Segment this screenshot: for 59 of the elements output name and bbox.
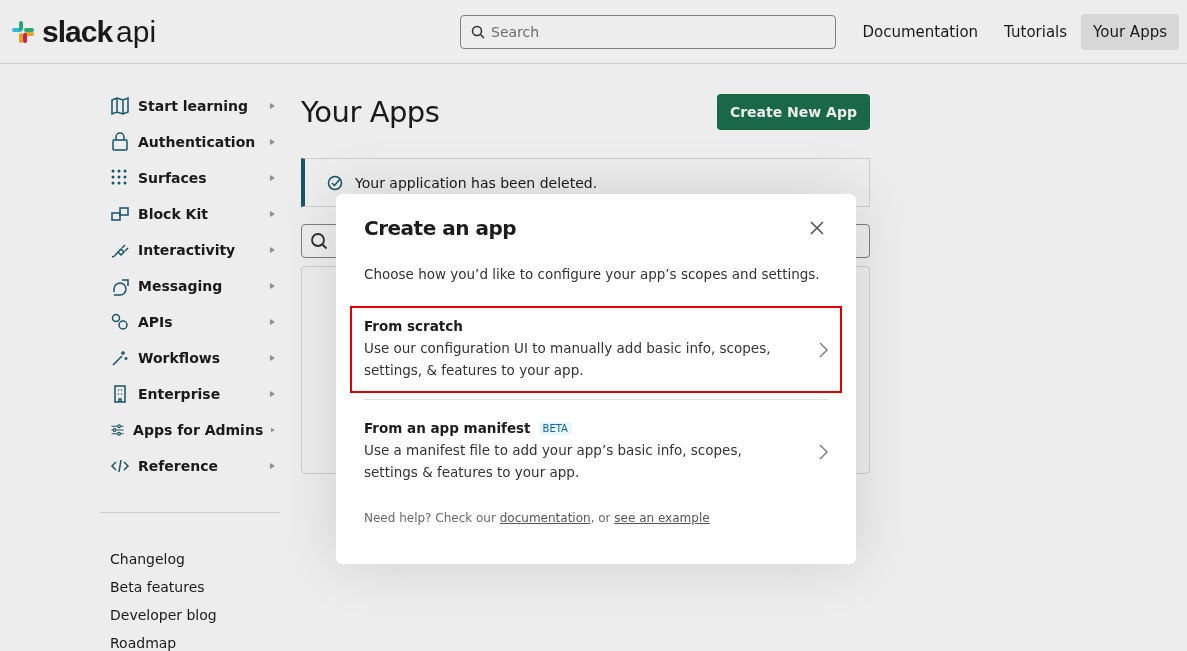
dialog-title: Create an app xyxy=(364,216,516,240)
triangle-icon xyxy=(270,319,275,325)
sidebar-item[interactable]: Block Kit xyxy=(110,196,275,232)
sidebar-item[interactable]: Interactivity xyxy=(110,232,275,268)
app-option[interactable]: From an app manifest BETA Use a manifest file to add your app’s basic info, scopes, settings & features to your app. xyxy=(350,408,842,495)
triangle-icon xyxy=(270,247,275,253)
triangle-icon xyxy=(270,103,275,109)
triangle-icon xyxy=(270,391,275,397)
sidebar-link[interactable]: Developer blog xyxy=(110,601,275,629)
nav-tab[interactable]: Documentation xyxy=(850,13,991,50)
nav-tab[interactable]: Tutorials xyxy=(992,13,1080,50)
bubble-icon xyxy=(110,276,130,296)
sidebar-link[interactable]: Roadmap xyxy=(110,629,275,651)
option-title: From scratch xyxy=(364,318,463,334)
sidebar-item[interactable]: Start learning xyxy=(110,88,275,124)
sidebar-item[interactable]: Workflows xyxy=(110,340,275,376)
documentation-link[interactable]: documentation xyxy=(499,511,591,525)
sidebar-item[interactable]: Authentication xyxy=(110,124,275,160)
help-text: Need help? Check our documentation, or see an example xyxy=(364,511,711,525)
example-link[interactable]: see an example xyxy=(614,511,710,525)
nav-tab[interactable]: Your Apps xyxy=(1081,13,1179,50)
logo-suffix[interactable]: api xyxy=(116,14,157,49)
triangle-icon xyxy=(270,283,275,289)
app-option[interactable]: From scratch Use our configuration UI to manually add basic info, scopes, settings, & features to your app. xyxy=(350,306,842,393)
sidebar-item[interactable]: Messaging xyxy=(110,268,275,304)
create-app-button[interactable]: Create New App xyxy=(716,94,870,130)
search-icon xyxy=(471,24,485,39)
triangle-icon xyxy=(270,355,275,361)
wand-icon xyxy=(110,348,130,368)
triangle-icon xyxy=(270,139,275,145)
map-icon xyxy=(110,96,130,116)
sidebar-item[interactable]: Surfaces xyxy=(110,160,275,196)
chevron-right-icon xyxy=(819,341,828,358)
search-icon xyxy=(310,232,328,250)
sidebar-link[interactable]: Changelog xyxy=(110,545,275,573)
sidebar-link[interactable]: Beta features xyxy=(110,573,275,601)
search-field[interactable]: Search xyxy=(460,14,836,49)
option-description: Use our configuration UI to manually add basic info, scopes, settings, & features to your app. xyxy=(364,339,772,380)
page-title: Your Apps xyxy=(301,95,440,129)
close-icon xyxy=(810,221,824,235)
alert-message: Your application has been deleted. xyxy=(355,174,598,191)
beta-badge: BETA xyxy=(538,421,572,435)
triangle-icon xyxy=(271,427,275,433)
sidebar-item[interactable]: APIs xyxy=(110,304,275,340)
blocks-icon xyxy=(110,204,130,224)
sidebar-item[interactable]: Reference xyxy=(110,448,275,484)
sidebar-item[interactable]: Enterprise xyxy=(110,376,275,412)
dialog-intro: Choose how you’d like to configure your app’s scopes and settings. xyxy=(364,266,821,282)
option-title: From an app manifest xyxy=(364,420,531,436)
triangle-icon xyxy=(270,463,275,469)
option-description: Use a manifest file to add your app’s basic info, scopes, settings & features to your app. xyxy=(364,441,743,482)
chevron-right-icon xyxy=(819,443,828,460)
triangle-icon xyxy=(270,211,275,217)
lock-icon xyxy=(110,132,130,152)
logo-wordmark[interactable]: slack xyxy=(42,14,113,49)
sidebar-item[interactable]: Apps for Admins xyxy=(110,412,275,448)
check-circle-icon xyxy=(327,174,343,191)
triangle-icon xyxy=(270,175,275,181)
logo-icon xyxy=(10,18,36,45)
